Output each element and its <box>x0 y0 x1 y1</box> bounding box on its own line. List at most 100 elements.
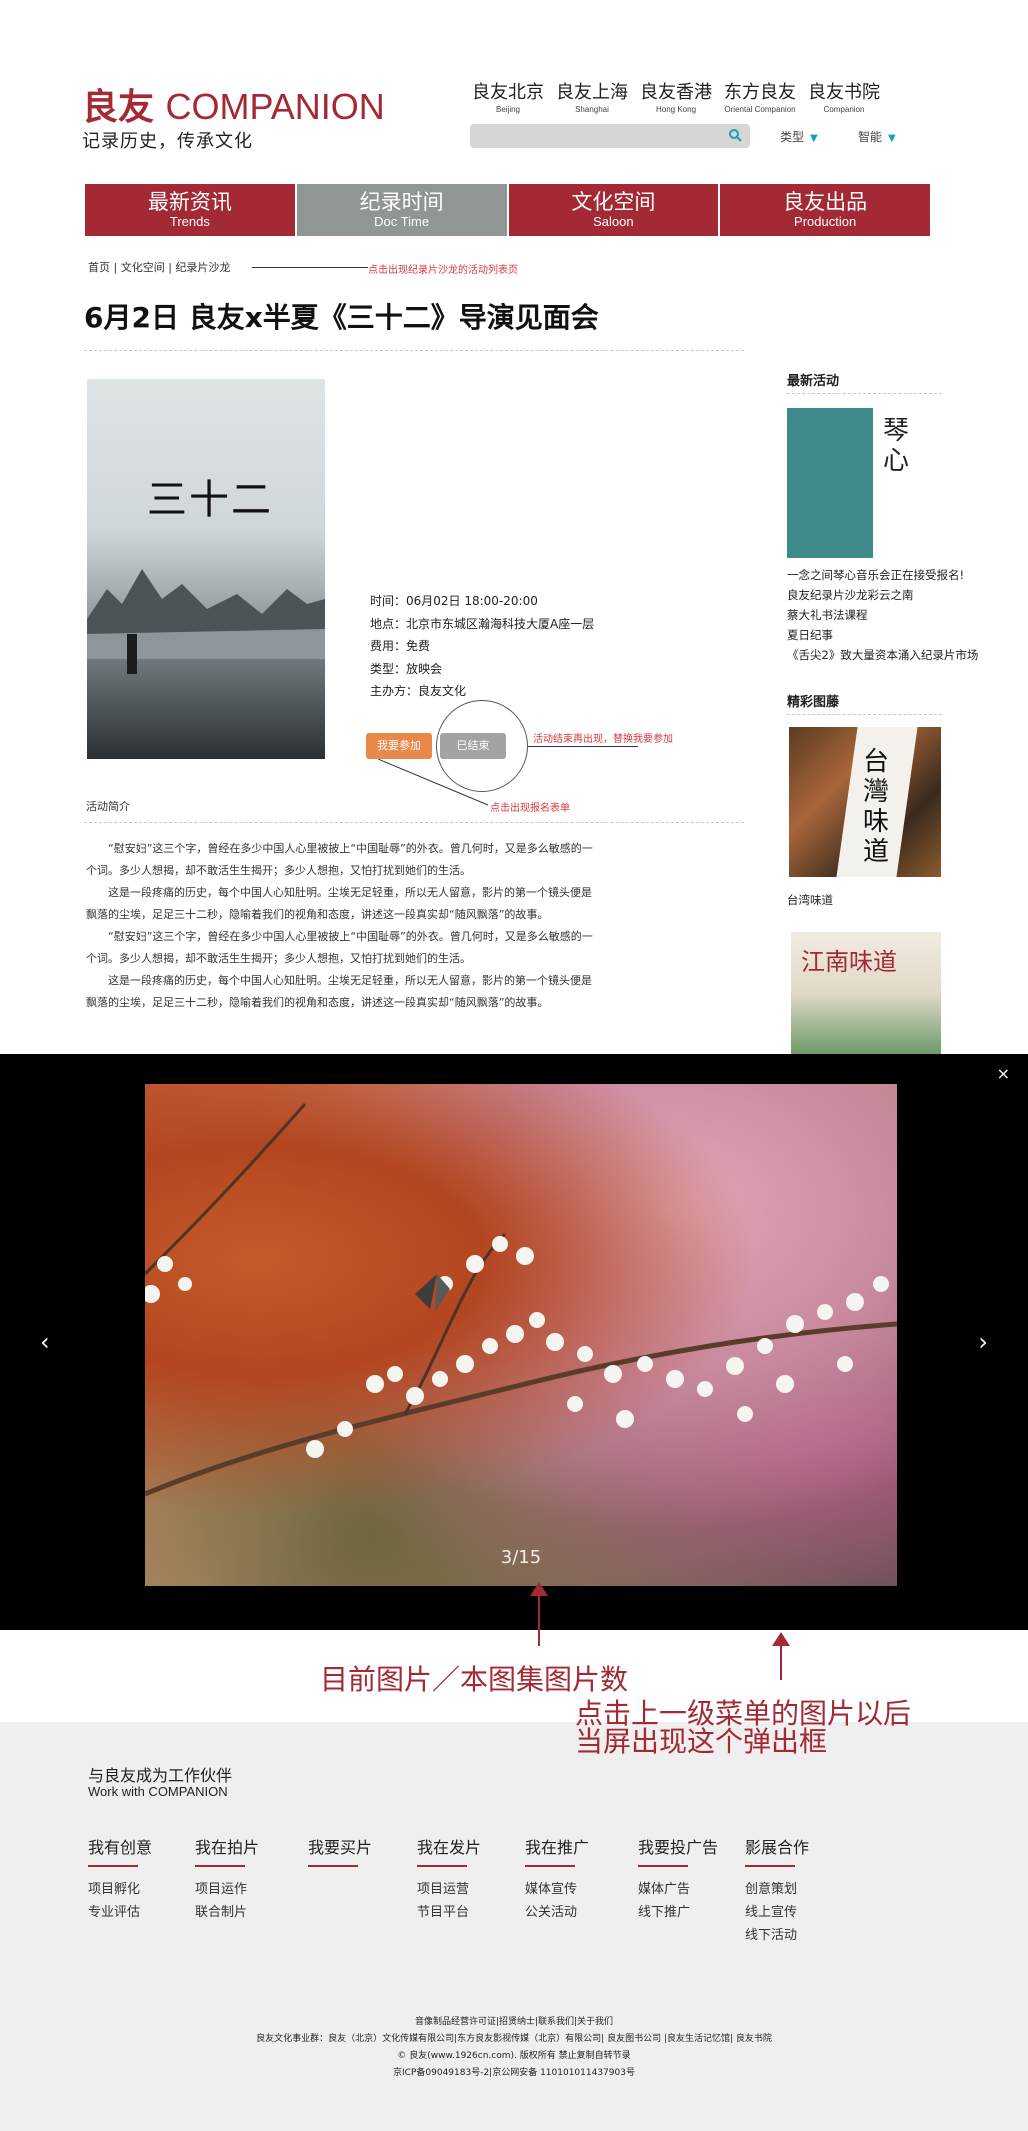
logo-en: COMPANION <box>165 86 385 127</box>
annotation-line <box>378 759 489 806</box>
search-input[interactable] <box>470 124 750 148</box>
event-poster[interactable]: 三十二 <box>87 379 325 759</box>
footer-column-heading[interactable]: 我在发片 <box>417 1834 481 1867</box>
footer-column-heading[interactable]: 我在拍片 <box>195 1834 259 1867</box>
footer-link[interactable]: 联合制片 <box>195 1901 259 1924</box>
city-link-hongkong[interactable]: 良友香港 Hong Kong <box>640 78 712 114</box>
intro-paragraph: 这是一段疼痛的历史，每个中国人心知肚明。尘埃无足轻重，所以无人留意，影片的第一个… <box>86 974 592 1009</box>
site-logo[interactable]: 良友 COMPANION <box>82 78 385 130</box>
lightbox-overlay: × ‹ › 3/15 <box>0 1054 1028 1630</box>
footer-link[interactable]: 线上宣传 <box>745 1901 809 1924</box>
annotation-line <box>252 267 368 268</box>
footer-column-heading[interactable]: 我有创意 <box>88 1834 152 1867</box>
page-title: 6月2日 良友x半夏《三十二》导演见面会 <box>84 301 599 334</box>
nav-doc-time[interactable]: 纪录时间 Doc Time <box>296 184 507 236</box>
footer-column: 我有创意 项目孵化 专业评估 <box>88 1834 152 1924</box>
footer-column: 我要买片 <box>308 1834 372 1867</box>
intro-paragraph: “慰安妇”这三个字，曾经在多少中国人心里被披上“中国耻辱”的外衣。曾几何时，又是… <box>86 842 593 877</box>
footer-link[interactable]: 专业评估 <box>88 1901 152 1924</box>
intro-heading: 活动简介 <box>86 800 130 813</box>
legal-companies: 良友文化事业群：良友（北京）文化传媒有限公司|东方良友影视传媒（北京）有限公司|… <box>256 2034 772 2044</box>
gallery-caption[interactable]: 台湾味道 <box>787 890 833 910</box>
latest-heading: 最新活动 <box>787 374 840 389</box>
legal-copyright: © 良友(www.1926cn.com). 版权所有 禁止复制自转节录 <box>397 2051 631 2061</box>
blossom-branch-graphic <box>145 1103 897 1497</box>
event-time: 时间：06月02日 18:00-20:00 <box>370 594 538 608</box>
thumbnail-title: 台灣味道 <box>863 747 890 867</box>
footer-column: 我在拍片 项目运作 联合制片 <box>195 1834 259 1924</box>
latest-item[interactable]: 《舌尖2》致大量资本涌入纪录片市场 <box>787 645 978 665</box>
breadcrumb-saloon[interactable]: 文化空间 <box>121 261 165 274</box>
prev-arrow-icon[interactable]: ‹ <box>40 1328 50 1356</box>
latest-item[interactable]: 蔡大礼书法课程 <box>787 605 978 625</box>
latest-item[interactable]: 夏日纪事 <box>787 625 978 645</box>
divider <box>84 350 744 351</box>
intro-text: “慰安妇”这三个字，曾经在多少中国人心里被披上“中国耻辱”的外衣。曾几何时，又是… <box>86 838 594 1014</box>
logo-cn: 良友 <box>82 86 155 128</box>
latest-thumbnail[interactable]: 琴心 <box>787 408 940 558</box>
footer-column-heading[interactable]: 我要买片 <box>308 1834 372 1867</box>
footer-link[interactable]: 线下活动 <box>745 1924 809 1947</box>
nav-production[interactable]: 良友出品 Production <box>720 184 930 236</box>
latest-item[interactable]: 良友纪录片沙龙彩云之南 <box>787 585 978 605</box>
event-location: 地点：北京市东城区瀚海科技大厦A座一层 <box>370 616 595 631</box>
footer-column-heading[interactable]: 我要投广告 <box>638 1834 718 1867</box>
close-icon[interactable]: × <box>997 1064 1010 1083</box>
city-link-beijing[interactable]: 良友北京 Beijing <box>472 78 544 114</box>
search-icon[interactable] <box>728 128 742 142</box>
footer: 与良友成为工作伙伴 Work with COMPANION 我有创意 项目孵化 … <box>0 1722 1028 2131</box>
intro-paragraph: 这是一段疼痛的历史，每个中国人心知肚明。尘埃无足轻重，所以无人留意，影片的第一个… <box>86 886 592 921</box>
intro-paragraph: “慰安妇”这三个字，曾经在多少中国人心里被披上“中国耻辱”的外衣。曾几何时，又是… <box>86 930 593 965</box>
city-link-oriental[interactable]: 东方良友 Oriental Companion <box>724 78 796 114</box>
lightbox-image[interactable]: 3/15 <box>145 1084 897 1586</box>
gallery-thumbnail[interactable]: 台灣味道 <box>789 727 941 877</box>
main-nav: 最新资讯 Trends 纪录时间 Doc Time 文化空间 Saloon 良友… <box>85 184 930 236</box>
join-button[interactable]: 我要参加 <box>366 733 432 759</box>
event-type: 类型：放映会 <box>370 661 443 676</box>
gallery-thumbnail[interactable]: 江南味道 <box>791 932 941 1054</box>
annotation-popup-2: 当屏出现这个弹出框 <box>575 1725 828 1758</box>
legal-icp: 京ICP备09049183号-2|京公网安备 110101011437903号 <box>393 2068 635 2078</box>
image-counter: 3/15 <box>500 1547 542 1568</box>
nav-trends[interactable]: 最新资讯 Trends <box>85 184 295 236</box>
annotation-ended: 活动结束再出现，替换我要参加 <box>533 734 673 745</box>
breadcrumb: 首页 | 文化空间 | 纪录片沙龙 <box>88 261 231 274</box>
annotation-breadcrumb: 点击出现纪录片沙龙的活动列表页 <box>368 265 518 276</box>
figure-silhouette <box>127 634 137 674</box>
latest-item[interactable]: 一念之间琴心音乐会正在接受报名! <box>787 565 978 585</box>
next-arrow-icon[interactable]: › <box>978 1328 988 1356</box>
breadcrumb-home[interactable]: 首页 <box>88 261 110 274</box>
footer-link[interactable]: 项目运作 <box>195 1878 259 1901</box>
footer-link[interactable]: 节目平台 <box>417 1901 481 1924</box>
city-links: 良友北京 Beijing 良友上海 Shanghai 良友香港 Hong Kon… <box>472 78 880 114</box>
footer-column-heading[interactable]: 我在推广 <box>525 1834 589 1867</box>
type-filter[interactable]: 类型 ▼ <box>780 128 818 145</box>
caret-down-icon: ▼ <box>888 133 896 144</box>
footer-link[interactable]: 项目孵化 <box>88 1878 152 1901</box>
annotation-join: 点击出现报名表单 <box>490 803 570 814</box>
ended-button: 已结束 <box>440 733 506 759</box>
legal-info: 音像制品经营许可证|招贤纳士|联系我们|关于我们 良友文化事业群：良友（北京）文… <box>0 2014 1028 2082</box>
arrow-up-icon <box>772 1632 790 1646</box>
poster-title: 三十二 <box>147 477 273 523</box>
nav-saloon[interactable]: 文化空间 Saloon <box>508 184 719 236</box>
smart-filter[interactable]: 智能 ▼ <box>858 128 896 145</box>
city-link-academy[interactable]: 良友书院 Companion <box>808 78 880 114</box>
annotation-arrow <box>538 1590 540 1646</box>
footer-column-heading[interactable]: 影展合作 <box>745 1834 809 1867</box>
footer-column: 我要投广告 媒体广告 线下推广 <box>638 1834 718 1924</box>
thumbnail-title: 江南味道 <box>801 948 897 976</box>
legal-links[interactable]: 音像制品经营许可证|招贤纳士|联系我们|关于我们 <box>0 2014 1028 2031</box>
arrow-up-icon <box>530 1582 548 1596</box>
footer-link[interactable]: 创意策划 <box>745 1878 809 1901</box>
event-info: 时间：06月02日 18:00-20:00 地点：北京市东城区瀚海科技大厦A座一… <box>370 590 594 703</box>
city-link-shanghai[interactable]: 良友上海 Shanghai <box>556 78 628 114</box>
divider <box>787 393 942 394</box>
footer-column: 我在推广 媒体宣传 公关活动 <box>525 1834 589 1924</box>
footer-link[interactable]: 线下推广 <box>638 1901 718 1924</box>
footer-link[interactable]: 公关活动 <box>525 1901 589 1924</box>
footer-link[interactable]: 媒体宣传 <box>525 1878 589 1901</box>
footer-link[interactable]: 项目运营 <box>417 1878 481 1901</box>
breadcrumb-doc-salon[interactable]: 纪录片沙龙 <box>175 261 230 274</box>
footer-link[interactable]: 媒体广告 <box>638 1878 718 1901</box>
